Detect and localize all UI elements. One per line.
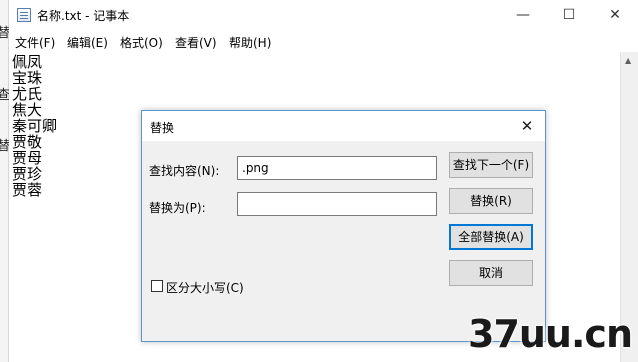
window-title: 名称.txt - 记事本 (37, 9, 130, 23)
screen: 替 查 替 名称.txt - 记事本 — ☐ ✕ 文件(F) 编辑(E) 格式(… (0, 0, 638, 362)
menu-edit[interactable]: 编辑(E) (67, 34, 108, 51)
dialog-close-button[interactable]: ✕ (509, 111, 545, 141)
replace-dialog: 替换 ✕ 查找内容(N): 替换为(P): 查找下一个(F) 替换(R) 全部替… (141, 110, 546, 342)
cancel-button[interactable]: 取消 (449, 260, 533, 286)
close-button[interactable]: ✕ (592, 0, 638, 31)
menu-view[interactable]: 查看(V) (175, 34, 217, 51)
editor-line: 佩凤 (12, 53, 43, 71)
match-case-label[interactable]: 区分大小写(C) (166, 279, 244, 296)
minimize-button[interactable]: — (500, 0, 546, 31)
notepad-icon (17, 8, 31, 22)
editor-line: 贾敬 (12, 133, 43, 151)
replace-all-button[interactable]: 全部替换(A) (449, 224, 533, 250)
replace-button[interactable]: 替换(R) (449, 188, 533, 214)
replace-input[interactable] (237, 192, 437, 216)
scroll-up-icon[interactable]: ▲ (625, 56, 631, 65)
menu-help[interactable]: 帮助(H) (229, 34, 271, 51)
menubar: 文件(F) 编辑(E) 格式(O) 查看(V) 帮助(H) (9, 31, 638, 53)
menu-format[interactable]: 格式(O) (120, 34, 163, 51)
menu-file[interactable]: 文件(F) (15, 34, 55, 51)
find-input[interactable] (237, 156, 437, 180)
find-next-button[interactable]: 查找下一个(F) (449, 152, 533, 178)
replace-label: 替换为(P): (149, 201, 206, 215)
editor-line: 贾母 (12, 149, 43, 167)
window-titlebar[interactable]: 名称.txt - 记事本 — ☐ ✕ (9, 0, 638, 31)
editor-line: 秦可卿 (12, 117, 58, 135)
editor-line: 宝珠 (12, 69, 43, 87)
editor-line: 贾蓉 (12, 181, 43, 199)
match-case-checkbox[interactable] (151, 280, 163, 292)
dialog-title: 替换 (150, 121, 175, 135)
editor-line: 贾珍 (12, 165, 43, 183)
dialog-titlebar[interactable]: 替换 ✕ (142, 111, 545, 141)
site-watermark: 37uu.cn (468, 312, 633, 356)
editor-line: 尤氏 (12, 85, 43, 103)
editor-line: 焦大 (12, 101, 43, 119)
maximize-button[interactable]: ☐ (546, 0, 592, 31)
background-window-strip: 替 查 替 (0, 0, 10, 362)
find-label: 查找内容(N): (149, 164, 220, 178)
